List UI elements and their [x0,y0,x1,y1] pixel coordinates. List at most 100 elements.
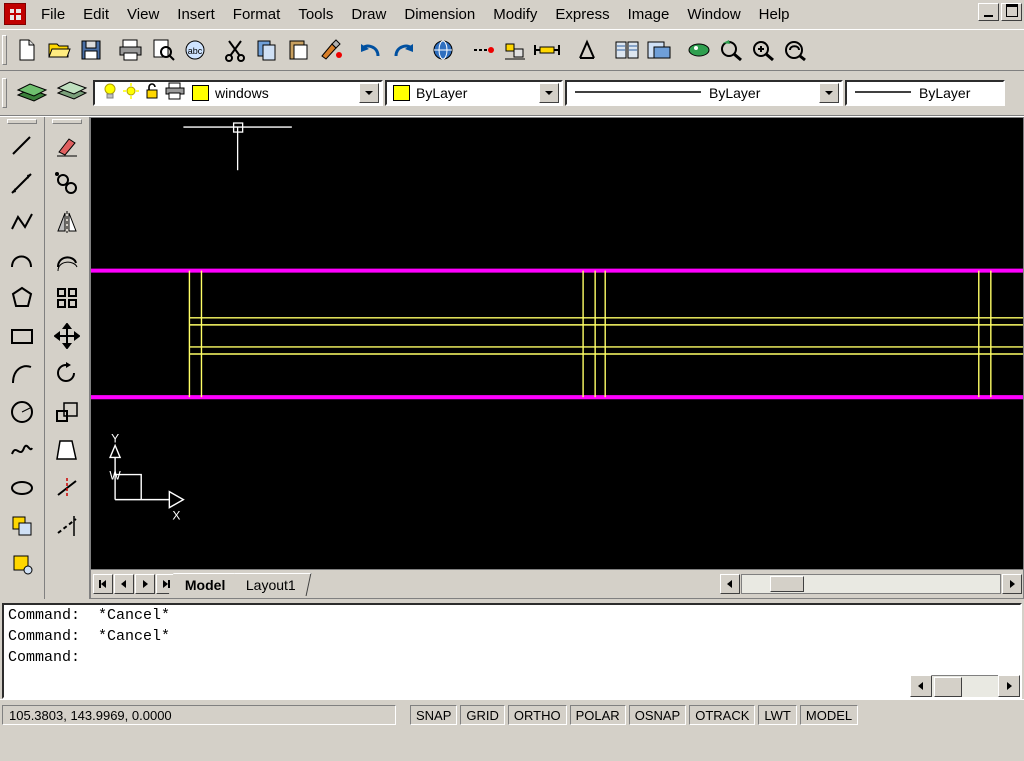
menu-help[interactable]: Help [750,3,799,26]
sun-freeze-icon[interactable] [122,81,140,106]
array-icon[interactable] [48,279,86,317]
external-reference-icon[interactable] [643,34,675,66]
make-object-layer-icon[interactable] [13,75,51,111]
insert-block-icon[interactable] [3,507,41,545]
menu-image[interactable]: Image [619,3,679,26]
undo-icon[interactable] [355,34,387,66]
menu-file[interactable]: File [32,3,74,26]
ellipse-icon[interactable] [3,469,41,507]
insert-hyperlink-icon[interactable] [467,34,499,66]
tab-layout1[interactable]: Layout1 [230,572,312,596]
make-block-icon[interactable] [3,545,41,583]
plot-printer-icon[interactable] [164,81,186,106]
circle-icon[interactable] [3,393,41,431]
spell-check-icon[interactable]: abc [179,34,211,66]
lineweight-control-combo[interactable]: ByLayer [845,80,1005,106]
paste-icon[interactable] [283,34,315,66]
status-toggle-lwt[interactable]: LWT [758,705,797,725]
stretch-icon[interactable] [48,431,86,469]
linetype-control-combo[interactable]: ByLayer [565,80,843,106]
dimension-style-icon[interactable] [571,34,603,66]
linetype-dropdown-arrow[interactable] [819,83,839,103]
color-control-combo[interactable]: ByLayer [385,80,563,106]
polyline-icon[interactable] [3,203,41,241]
status-toggle-osnap[interactable]: OSNAP [628,705,687,725]
menu-modify[interactable]: Modify [484,3,546,26]
scroll-right-button[interactable] [1002,574,1022,594]
distance-icon[interactable] [531,34,563,66]
scale-icon[interactable] [48,393,86,431]
rectangle-icon[interactable] [3,317,41,355]
menu-dimension[interactable]: Dimension [395,3,484,26]
move-icon[interactable] [48,317,86,355]
erase-icon[interactable] [48,127,86,165]
unlock-icon[interactable] [143,81,161,106]
copy-object-icon[interactable] [48,165,86,203]
line-icon[interactable] [3,127,41,165]
save-disk-icon[interactable] [75,34,107,66]
trim-icon[interactable] [48,469,86,507]
status-toggle-snap[interactable]: SNAP [410,705,458,725]
zoom-realtime-icon[interactable] [715,34,747,66]
open-folder-icon[interactable] [43,34,75,66]
copy-icon[interactable] [251,34,283,66]
menu-express[interactable]: Express [546,3,618,26]
menu-format[interactable]: Format [224,3,290,26]
spline-icon[interactable] [3,431,41,469]
scrollbar-thumb[interactable] [770,576,804,592]
offset-icon[interactable] [48,241,86,279]
draw-toolbar-grip[interactable] [7,119,37,124]
color-dropdown-arrow[interactable] [539,83,559,103]
menu-tools[interactable]: Tools [289,3,342,26]
restore-button[interactable] [1001,3,1022,21]
menu-edit[interactable]: Edit [74,3,118,26]
layer-dropdown-arrow[interactable] [359,83,379,103]
horizontal-scrollbar[interactable] [720,574,1023,594]
scroll-left-button[interactable] [720,574,740,594]
status-toggle-polar[interactable]: POLAR [569,705,626,725]
command-scrollbar[interactable] [910,675,1020,697]
block-editor-icon[interactable] [611,34,643,66]
drawing-canvas[interactable]: W Y X Model Layout1 [90,117,1024,599]
zoom-previous-icon[interactable] [779,34,811,66]
command-scroll-right-button[interactable] [998,675,1020,697]
command-prompt[interactable]: Command: [4,647,1020,668]
layer-toolbar-grip[interactable] [2,78,7,108]
match-properties-icon[interactable] [315,34,347,66]
menu-window[interactable]: Window [678,3,749,26]
menu-view[interactable]: View [118,3,168,26]
object-snap-icon[interactable] [499,34,531,66]
polygon-icon[interactable] [3,279,41,317]
command-scroll-track[interactable] [932,675,998,697]
command-window[interactable]: Command: *Cancel* Command: *Cancel* Comm… [2,603,1022,699]
cut-scissors-icon[interactable] [219,34,251,66]
next-tab-icon[interactable] [135,574,155,594]
redo-icon[interactable] [387,34,419,66]
toolbar-grip[interactable] [2,35,7,65]
construction-line-icon[interactable] [3,165,41,203]
print-icon[interactable] [115,34,147,66]
arc-3point-icon[interactable] [3,355,41,393]
previous-tab-icon[interactable] [114,574,134,594]
status-toggle-ortho[interactable]: ORTHO [507,705,567,725]
modify-toolbar-grip[interactable] [52,119,82,124]
print-preview-icon[interactable] [147,34,179,66]
status-toggle-model[interactable]: MODEL [799,705,859,725]
menu-insert[interactable]: Insert [168,3,224,26]
layer-control-combo[interactable]: windows [93,80,383,106]
minimize-button[interactable] [978,3,999,21]
command-scroll-thumb[interactable] [934,676,962,697]
menu-draw[interactable]: Draw [342,3,395,26]
pan-realtime-icon[interactable] [683,34,715,66]
status-toggle-otrack[interactable]: OTRACK [689,705,756,725]
lightbulb-on-icon[interactable] [101,81,119,106]
coordinate-display[interactable]: 105.3803, 143.9969, 0.0000 [2,705,396,725]
rotate-icon[interactable] [48,355,86,393]
mirror-icon[interactable] [48,203,86,241]
command-scroll-left-button[interactable] [910,675,932,697]
extend-icon[interactable] [48,507,86,545]
launch-browser-icon[interactable] [427,34,459,66]
first-tab-icon[interactable] [93,574,113,594]
arc-icon[interactable] [3,241,41,279]
layer-previous-icon[interactable] [53,75,91,111]
